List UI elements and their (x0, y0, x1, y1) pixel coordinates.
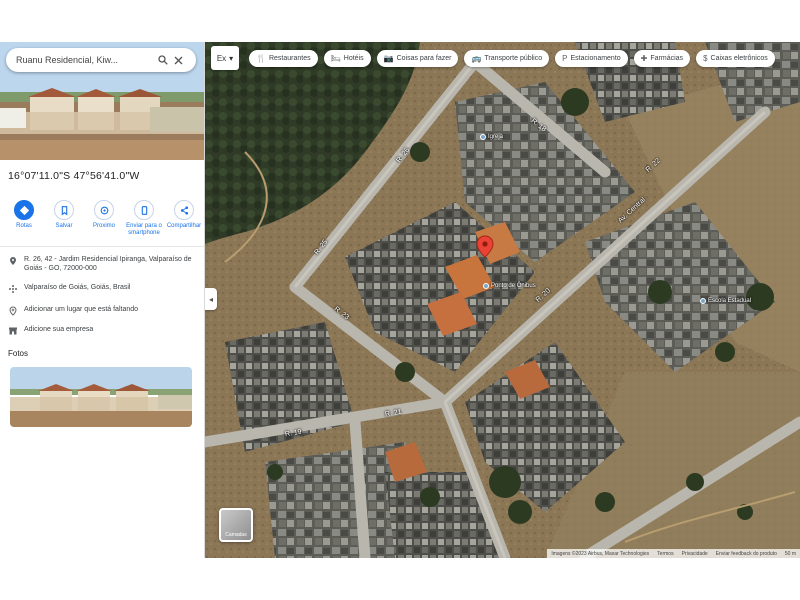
share-icon (174, 200, 194, 220)
add-business-text: Adicione sua empresa (24, 326, 94, 333)
directions-icon (14, 200, 34, 220)
add-place-row[interactable]: Adicionar um lugar que está faltando (8, 306, 198, 320)
scale-bar[interactable]: 50 m (785, 551, 796, 557)
search-icon[interactable] (158, 55, 174, 65)
nearby-button[interactable]: Proximo (86, 200, 122, 236)
save-button[interactable]: Salvar (46, 200, 82, 236)
send-to-phone-button[interactable]: Enviar para o smartphone (126, 200, 162, 236)
layer-toggle[interactable]: Ex ▾ (211, 46, 239, 70)
action-buttons: Rotas Salvar Proximo Enviar para o smart… (6, 200, 202, 236)
search-box[interactable]: Ruanu Residencial, Kiw... (6, 48, 196, 72)
business-icon (8, 326, 24, 340)
map-place-label[interactable]: Escola Estadual (700, 298, 751, 304)
chip-restaurants[interactable]: 🍴 Restaurantes (249, 50, 318, 67)
map-place-label[interactable]: Ponto de Ônibus (483, 283, 536, 289)
photos-heading: Fotos (8, 349, 29, 358)
maps-window: Ruanu Residencial, Kiw... 16°07'11.0"S 4… (0, 42, 800, 558)
chip-atms[interactable]: $ Caixas eletrônicos (696, 50, 775, 67)
bookmark-icon (54, 200, 74, 220)
add-place-text: Adicionar um lugar que está faltando (24, 306, 139, 313)
chip-transit[interactable]: 🚌 Transporte público (464, 50, 550, 67)
save-label: Salvar (55, 223, 73, 229)
address-text: R. 26, 42 - Jardim Residencial Ipiranga,… (24, 256, 192, 272)
directions-button[interactable]: Rotas (6, 200, 42, 236)
chip-things-to-do[interactable]: 📷 Coisas para fazer (376, 50, 459, 67)
pharmacy-icon: ✚ (640, 54, 648, 63)
place-photo-header[interactable]: Ruanu Residencial, Kiw... (0, 42, 204, 160)
terms-link[interactable]: Termos (657, 551, 673, 557)
location-pin-icon (8, 256, 24, 270)
church-icon (480, 134, 486, 140)
chip-parking[interactable]: P Estacionamento (555, 50, 628, 67)
plus-code-text: Valparaíso de Goiás, Goiás, Brasil (24, 284, 131, 291)
category-chips: 🍴 Restaurantes 🛏 Hotéis 📷 Coisas para fazer… (249, 50, 775, 67)
send-to-phone-icon (134, 200, 154, 220)
layers-button[interactable]: Camadas (219, 508, 253, 542)
atm-icon: $ (703, 54, 708, 63)
divider (0, 246, 204, 247)
hotel-icon: 🛏 (330, 54, 341, 63)
attractions-icon: 📷 (383, 54, 394, 63)
plus-code-row[interactable]: Valparaíso de Goiás, Goiás, Brasil (8, 284, 198, 298)
collapse-panel-button[interactable]: ◂ (205, 288, 217, 310)
transit-stop-icon (483, 283, 489, 289)
feedback-link[interactable]: Enviar feedback do produto (716, 551, 777, 557)
nearby-label: Proximo (92, 223, 115, 229)
close-icon[interactable] (174, 56, 190, 65)
parking-icon: P (562, 54, 568, 63)
map-attribution: Imagens ©2023 Airbus, Maxar Technologies… (547, 549, 800, 558)
plus-code-icon (8, 284, 24, 298)
share-label: Compartilhar (166, 223, 202, 229)
chevron-left-icon: ◂ (208, 294, 213, 304)
add-place-icon (8, 306, 24, 320)
restaurant-icon: 🍴 (256, 54, 266, 63)
place-panel: Ruanu Residencial, Kiw... 16°07'11.0"S 4… (0, 42, 205, 558)
school-icon (700, 298, 706, 304)
transit-icon: 🚌 (471, 54, 482, 63)
map-place-label[interactable]: Igreja (480, 134, 503, 140)
directions-label: Rotas (16, 223, 32, 229)
address-row[interactable]: R. 26, 42 - Jardim Residencial Ipiranga,… (8, 256, 198, 274)
search-input[interactable]: Ruanu Residencial, Kiw... (16, 55, 158, 65)
chip-hotels[interactable]: 🛏 Hotéis (323, 50, 371, 67)
coordinates-title: 16°07'11.0"S 47°56'41.0"W (8, 170, 140, 182)
add-business-row[interactable]: Adicione sua empresa (8, 326, 198, 340)
send-to-phone-label: Enviar para o smartphone (126, 223, 162, 236)
chip-pharmacies[interactable]: ✚ Farmácias (633, 50, 691, 67)
satellite-map[interactable]: Ponto de Ônibus Igreja Escola Estadual R… (205, 42, 800, 558)
photo-thumbnail[interactable] (10, 367, 192, 427)
nearby-icon (94, 200, 114, 220)
chevron-down-icon: ▾ (229, 53, 234, 63)
privacy-link[interactable]: Privacidade (682, 551, 708, 557)
share-button[interactable]: Compartilhar (166, 200, 202, 236)
